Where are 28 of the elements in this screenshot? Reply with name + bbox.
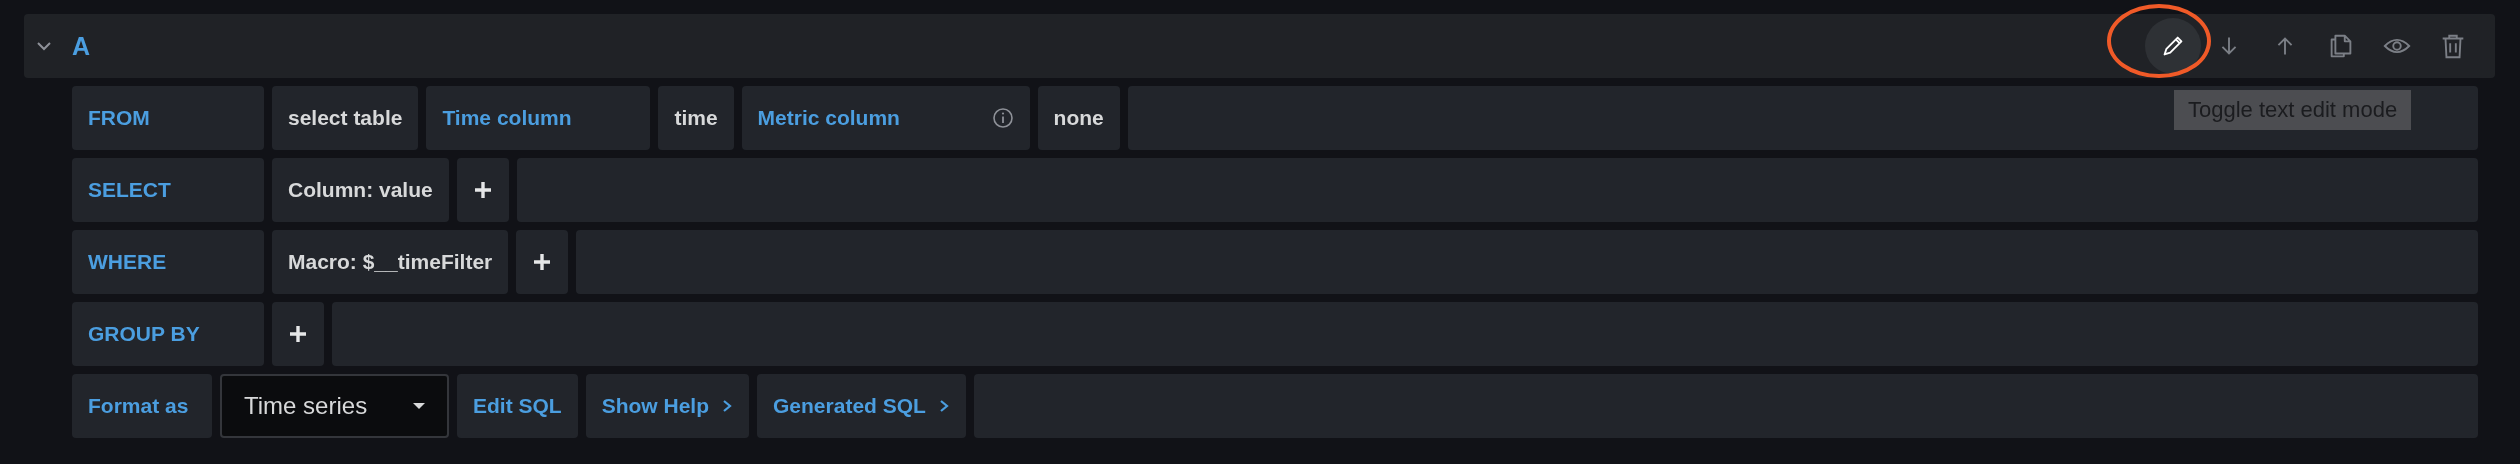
query-segment[interactable]: time bbox=[658, 86, 734, 150]
add-button[interactable] bbox=[272, 302, 324, 366]
select-value: Time series bbox=[244, 392, 368, 420]
add-button[interactable] bbox=[516, 230, 569, 294]
row-label: FROM bbox=[72, 86, 264, 150]
plus-icon bbox=[472, 180, 493, 200]
query-ref-id: A bbox=[72, 31, 91, 61]
info-icon[interactable] bbox=[991, 107, 1014, 129]
row-label: SELECT bbox=[72, 158, 264, 222]
query-segment[interactable]: none bbox=[1037, 86, 1120, 150]
plus-icon bbox=[288, 324, 308, 344]
pencil-button[interactable] bbox=[2145, 18, 2201, 74]
expander-button[interactable]: Generated SQL bbox=[757, 374, 966, 438]
row-label: Format as bbox=[72, 374, 212, 438]
chevron-right-icon bbox=[721, 399, 733, 413]
row-label: GROUP BY bbox=[72, 302, 264, 366]
expander-button[interactable]: Show Help bbox=[585, 374, 749, 438]
segment-label: Metric column bbox=[757, 106, 900, 130]
row-label: WHERE bbox=[72, 230, 264, 294]
edit-sql-button[interactable]: Edit SQL bbox=[457, 374, 578, 438]
add-button[interactable] bbox=[456, 158, 509, 222]
caret-down-icon bbox=[411, 401, 427, 411]
query-segment[interactable]: Macro: $__timeFilter bbox=[272, 230, 509, 294]
format-select[interactable]: Time series bbox=[220, 374, 449, 438]
query-segment[interactable]: select table bbox=[272, 86, 419, 150]
plus-icon bbox=[532, 252, 553, 272]
query-segment[interactable]: Column: value bbox=[272, 158, 449, 222]
segment-label: Time column bbox=[426, 86, 651, 150]
